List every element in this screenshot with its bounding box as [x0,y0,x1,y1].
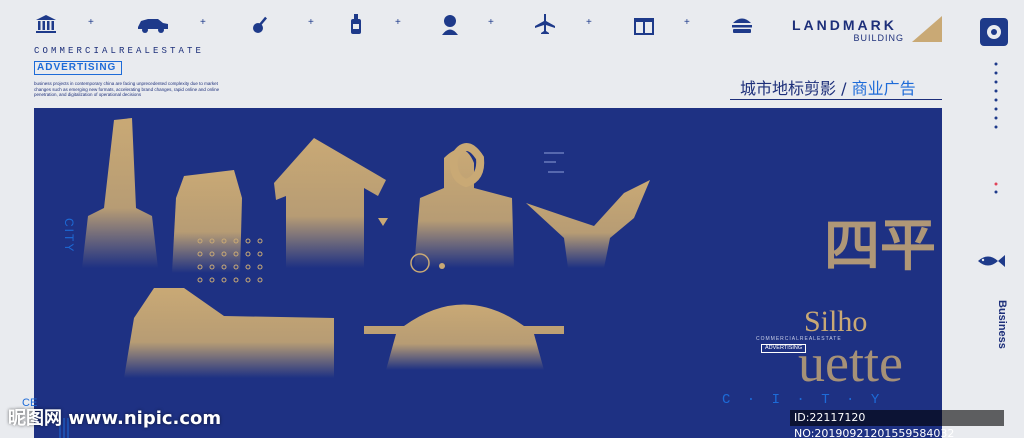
tower-silhouette [82,118,158,268]
plus-mark: + [395,17,401,28]
advertising-badge: ADVERTISING [34,61,122,75]
bottle-icon [351,14,361,34]
business-label: Business [996,300,1008,349]
portrait-icon [442,15,458,35]
airplane-icon [535,14,555,34]
plus-mark: + [200,17,206,28]
brand-title: LANDMARK [792,17,897,33]
target-icon[interactable] [980,18,1008,46]
guitar-icon [253,16,268,33]
cn-title-highlight: 商业广告 [851,79,916,98]
watermark-id: ID:22117120 NO:20190921201559584032 [790,410,1004,438]
tick-marks [544,152,564,173]
fish-icon [978,255,1005,267]
eagle-silhouette [526,180,650,268]
cn-title: 城市地标剪影 / 商业广告 [740,75,916,99]
monument-silhouette [414,149,514,268]
divider [730,99,942,100]
plus-mark: + [88,17,94,28]
main-panel: CITY 四平 COMMERCIALREALESTATE ADVERTISING… [34,108,942,438]
plus-mark: + [488,17,494,28]
brand-logo-mark [912,16,942,42]
arch-silhouette [364,304,564,370]
watermark-site: 昵图网 www.nipic.com [8,408,222,429]
gift-icon [634,18,654,35]
intro-text: business projects in contemporary china … [34,81,220,98]
brand-block: LANDMARK BUILDING [792,17,904,43]
poster: + + + + + + + LANDMARK BUILDING COMMERCI… [0,0,1024,438]
car-icon [138,19,168,33]
plus-mark: + [308,17,314,28]
plus-mark: + [684,17,690,28]
city-name-cn: 四平 [824,213,936,279]
plus-mark: + [586,17,592,28]
brand-subtitle: BUILDING [853,33,904,43]
triangle-mark [378,218,388,226]
city-spaced-label: C · I · T · Y [722,392,884,408]
bank-icon [36,15,56,33]
vertical-city-label: CITY [62,218,76,254]
word-part-2: uette [798,333,903,393]
burger-icon [732,18,752,33]
small-dot [439,263,445,269]
block-building-silhouette [172,170,242,273]
hall-silhouette [124,288,334,378]
pavilion-silhouette [274,138,386,268]
dot-column [994,62,998,194]
tagline: COMMERCIALREALESTATE [34,46,205,56]
cn-title-main: 城市地标剪影 / [740,79,852,98]
